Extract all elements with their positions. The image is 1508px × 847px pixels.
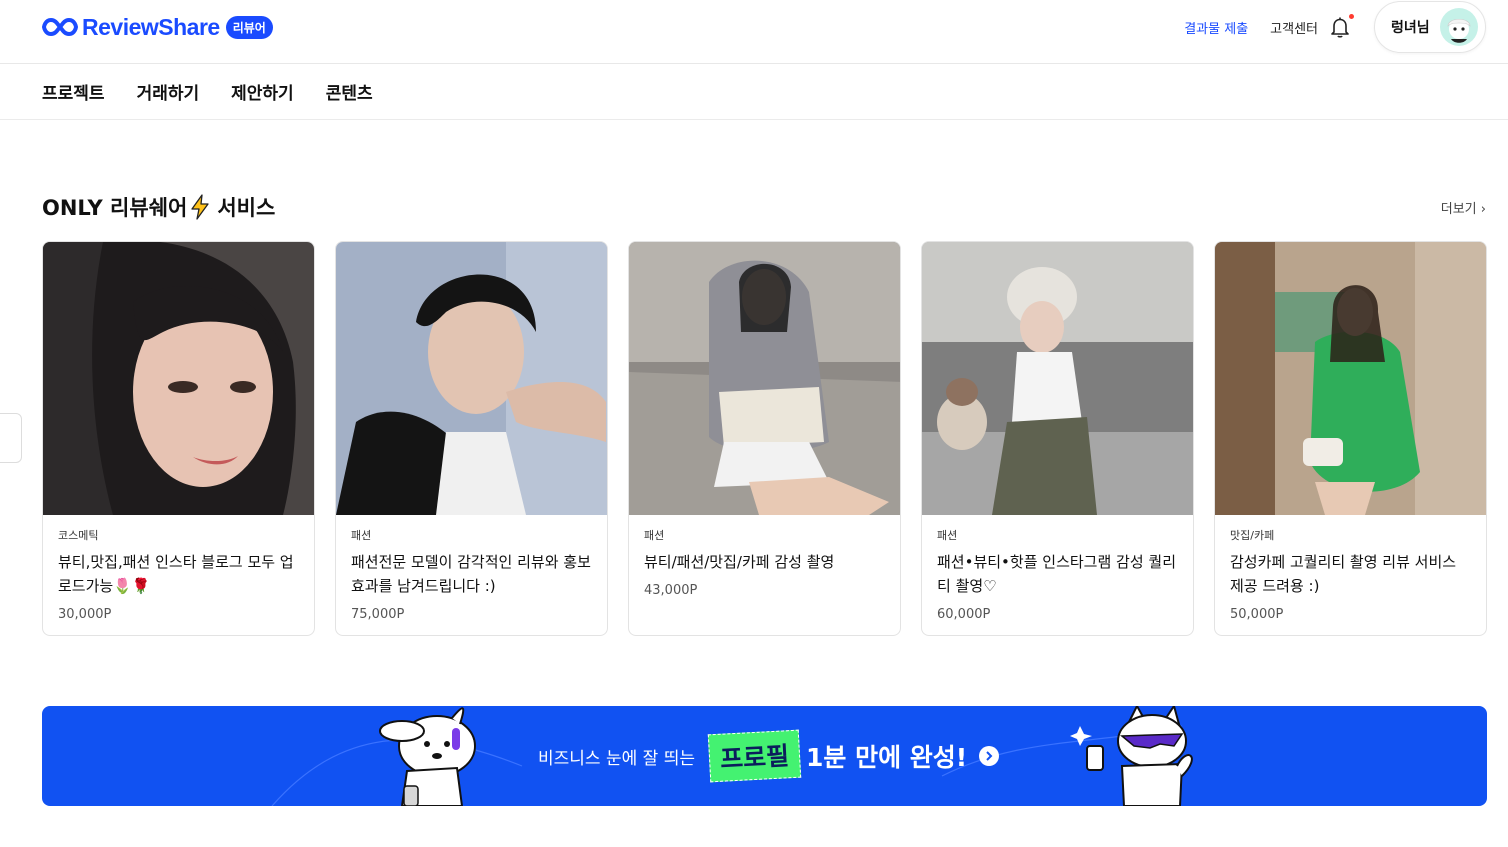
logo-infinity-icon <box>42 17 78 37</box>
card-price: 75,000P <box>351 607 405 622</box>
section-title-suffix: 서비스 <box>217 196 276 220</box>
nav-item-trade[interactable]: 거래하기 <box>137 79 200 104</box>
profile-promo-banner[interactable]: 비즈니스 눈에 잘 띄는 프로필 1분 만에 완성! <box>42 706 1487 806</box>
card-category: 맛집/카페 <box>1230 529 1275 542</box>
card-price: 43,000P <box>644 583 698 598</box>
dog-character-icon <box>379 707 476 806</box>
chevron-right-icon: › <box>1480 202 1486 217</box>
card-thumbnail <box>922 242 1193 515</box>
chevron-right-icon <box>986 751 993 761</box>
card-thumbnail <box>629 242 900 515</box>
card-title: 뷰티/패션/맛집/카페 감성 촬영 <box>644 553 835 571</box>
card-thumbnail <box>43 242 314 515</box>
avatar <box>1439 8 1478 46</box>
card-category: 패션 <box>937 529 958 542</box>
card-title: 감성카페 고퀄리티 촬영 리뷰 서비스 제공 드려용 :) <box>1230 553 1457 595</box>
card-category: 패션 <box>644 529 665 542</box>
card-title: 뷰티,맛집,패션 인스타 블로그 모두 업로드가능🌷🌹 <box>58 553 294 595</box>
banner-highlight-tag: 프로필 <box>707 729 802 783</box>
banner-text-group: 비즈니스 눈에 잘 띄는 프로필 1분 만에 완성! <box>538 706 1000 806</box>
nav-item-projects[interactable]: 프로젝트 <box>42 79 105 104</box>
card-thumbnail <box>1215 242 1486 515</box>
top-header: ReviewShare 리뷰어 결과물 제출 고객센터 렁녀님 <box>0 0 1508 64</box>
support-link[interactable]: 고객센터 <box>1270 18 1318 37</box>
card-category: 코스메틱 <box>58 529 99 542</box>
service-card[interactable]: 맛집/카페 감성카페 고퀄리티 촬영 리뷰 서비스 제공 드려용 :) 50,0… <box>1214 241 1487 636</box>
submit-result-link[interactable]: 결과물 제출 <box>1184 18 1248 37</box>
bell-icon <box>1331 17 1349 38</box>
carousel-prev-button[interactable] <box>0 413 22 463</box>
card-price: 50,000P <box>1230 607 1284 622</box>
banner-subtext: 비즈니스 눈에 잘 띄는 <box>538 748 695 769</box>
more-link[interactable]: 더보기 › <box>1441 198 1486 217</box>
service-card[interactable]: 패션 패션전문 모델이 감각적인 리뷰와 홍보효과를 남겨드립니다 :) 75,… <box>335 241 608 636</box>
profile-name: 렁녀님 <box>1391 20 1430 36</box>
cat-character-icon <box>1070 706 1193 806</box>
section-title: ONLY 리뷰쉐어 서비스 <box>42 192 275 222</box>
card-title: 패션전문 모델이 감각적인 리뷰와 홍보효과를 남겨드립니다 :) <box>351 553 591 595</box>
service-card[interactable]: 패션 패션•뷰티•핫플 인스타그램 감성 퀄리티 촬영♡ 60,000P <box>921 241 1194 636</box>
header-actions: 결과물 제출 고객센터 렁녀님 <box>1184 0 1486 54</box>
card-thumbnail <box>336 242 607 515</box>
card-price: 30,000P <box>58 607 112 622</box>
logo-text: ReviewShare <box>82 13 220 40</box>
service-card[interactable]: 패션 뷰티/패션/맛집/카페 감성 촬영 43,000P <box>628 241 901 636</box>
card-category: 패션 <box>351 529 372 542</box>
notification-button[interactable] <box>1328 14 1354 39</box>
notification-dot <box>1349 14 1354 19</box>
logo[interactable]: ReviewShare 리뷰어 <box>42 12 273 42</box>
service-card-list: 코스메틱 뷰티,맛집,패션 인스타 블로그 모두 업로드가능🌷🌹 30,000P… <box>42 241 1487 636</box>
lightning-icon <box>191 194 209 220</box>
card-title: 패션•뷰티•핫플 인스타그램 감성 퀄리티 촬영♡ <box>937 553 1177 595</box>
card-price: 60,000P <box>937 607 991 622</box>
nav-item-contents[interactable]: 콘텐츠 <box>326 79 373 104</box>
logo-badge: 리뷰어 <box>225 15 273 39</box>
banner-arrow-button[interactable] <box>979 746 1000 766</box>
nav-item-proposal[interactable]: 제안하기 <box>231 79 294 104</box>
main-nav: 프로젝트 거래하기 제안하기 콘텐츠 <box>0 64 1508 120</box>
service-card[interactable]: 코스메틱 뷰티,맛집,패션 인스타 블로그 모두 업로드가능🌷🌹 30,000P <box>42 241 315 636</box>
more-label: 더보기 <box>1440 202 1477 217</box>
section-title-prefix: ONLY 리뷰쉐어 <box>42 196 188 220</box>
profile-button[interactable]: 렁녀님 <box>1374 1 1486 53</box>
banner-main-text: 1분 만에 완성! <box>806 743 968 772</box>
